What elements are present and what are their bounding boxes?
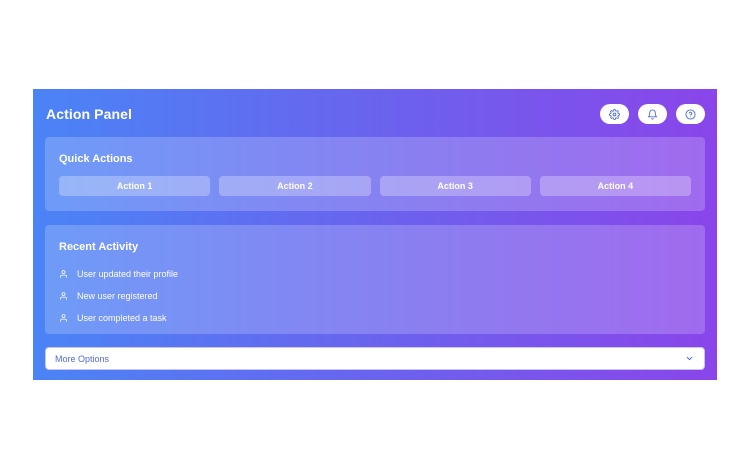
user-icon [59,313,68,323]
bell-icon [647,109,658,120]
action-1-button[interactable]: Action 1 [59,176,211,196]
recent-activity-card: Recent Activity User updated their profi… [45,225,705,334]
gear-icon [609,108,620,120]
list-item: User completed a task [59,307,178,329]
action-3-button[interactable]: Action 3 [379,176,531,196]
help-icon [685,108,696,120]
list-item: New user registered [59,285,178,307]
action-2-button[interactable]: Action 2 [219,176,371,196]
header-buttons [600,104,705,124]
more-options-label: More Options [55,353,110,364]
help-button[interactable] [676,104,705,124]
activity-text: User updated their profile [77,269,179,279]
notifications-button[interactable] [638,104,667,124]
user-icon [59,291,68,301]
action-panel: Action Panel Quick Actions Action 1 Acti… [33,89,717,380]
activity-text: New user registered [77,291,158,301]
recent-activity-title: Recent Activity [59,241,139,253]
user-icon [59,269,68,279]
quick-actions-card: Quick Actions Action 1 Action 2 Action 3… [45,137,705,211]
list-item: User updated their profile [59,263,178,285]
activity-list: User updated their profile New user regi… [59,263,178,329]
quick-actions-buttons: Action 1 Action 2 Action 3 Action 4 [59,176,691,196]
activity-text: User completed a task [77,313,167,323]
more-options-dropdown[interactable]: More Options [45,347,705,370]
panel-title: Action Panel [46,106,132,122]
action-4-button[interactable]: Action 4 [539,176,691,196]
quick-actions-title: Quick Actions [59,153,133,165]
settings-button[interactable] [600,104,629,124]
chevron-down-icon [685,354,694,363]
